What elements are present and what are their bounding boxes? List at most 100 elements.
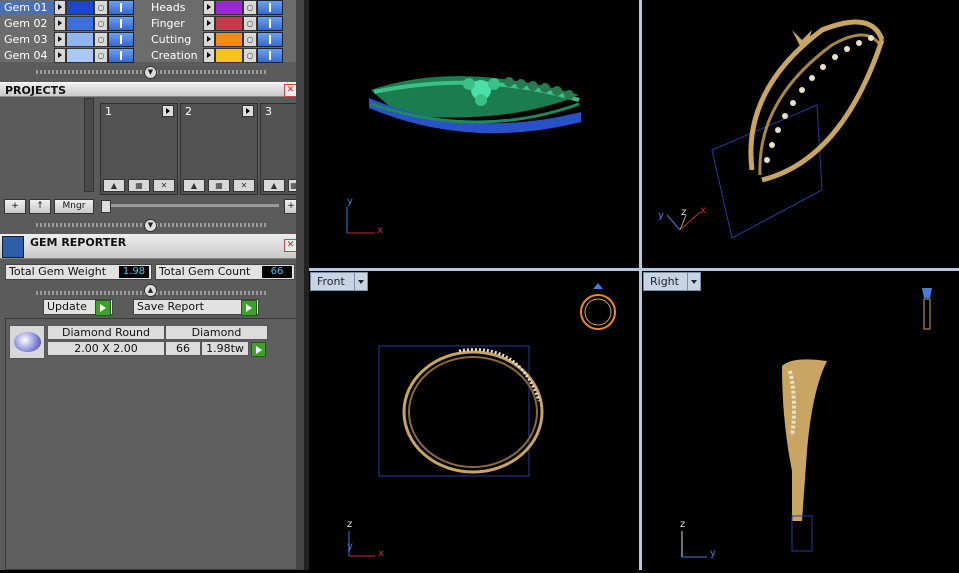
chevron-down-icon[interactable] [687,273,700,290]
expand-arrow-icon[interactable] [54,32,66,47]
lock-icon[interactable]: ○ [94,32,108,47]
viewport-right[interactable]: Right z y [642,271,959,570]
save-report-play-icon[interactable] [241,300,257,316]
play-icon[interactable] [162,105,174,117]
view-label: Front [317,275,345,288]
collapse-icon[interactable]: ▼ [144,219,157,232]
layer-label[interactable]: Heads [148,1,203,14]
lock-icon[interactable]: ○ [94,48,108,63]
axis-x-label: x [378,548,384,559]
expand-arrow-icon[interactable] [203,0,215,15]
lock-icon[interactable]: ○ [243,0,257,15]
expand-arrow-icon[interactable] [54,48,66,63]
gem-size: 2.00 X 2.00 [47,341,165,356]
gem-label[interactable]: Gem 03 [0,33,54,46]
up-icon[interactable]: ▲ [103,179,125,192]
layer-row[interactable]: Cutting ○ [148,32,298,47]
color-swatch[interactable] [215,32,243,47]
viewport-front[interactable]: Front z y x [309,271,638,570]
project-number: 3 [265,105,272,118]
gem-label[interactable]: Gem 04 [0,49,54,62]
view-selector-front[interactable]: Front [310,272,368,291]
expand-icon[interactable]: ▲ [144,284,157,297]
layer-label[interactable]: Creation [148,49,203,62]
visibility-toggle[interactable] [108,0,134,15]
manager-button[interactable]: Mngr [54,199,94,214]
gem-row[interactable]: Gem 01 ○ [0,0,140,15]
layer-label[interactable]: Cutting [148,33,203,46]
gem-table-row[interactable]: Diamond Round 2.00 X 2.00 Diamond 66 1.9… [9,325,269,359]
layer-row[interactable]: Finger ○ [148,16,298,31]
save-icon[interactable]: ▦ [128,179,150,192]
gem-material: Diamond [165,325,268,340]
layer-row[interactable]: Heads ○ [148,0,298,15]
visibility-toggle[interactable] [108,16,134,31]
expand-arrow-icon[interactable] [203,32,215,47]
save-icon[interactable]: ▦ [208,179,230,192]
update-play-icon[interactable] [95,300,111,316]
lock-icon[interactable]: ○ [94,16,108,31]
projects-scrollbar[interactable] [84,98,94,192]
gem-row-play-icon[interactable] [251,342,266,357]
gem-shape: Diamond Round [47,325,165,340]
expand-arrow-icon[interactable] [54,16,66,31]
add-project-button[interactable]: + [4,199,26,214]
viewport-perspective[interactable]: y x [309,0,638,267]
gem-reporter-icon [2,236,24,258]
lock-icon[interactable]: ○ [94,0,108,15]
gem-reporter-title: GEM REPORTER [30,236,127,249]
layer-label[interactable]: Finger [148,17,203,30]
layers-area: Gem 01 ○ Gem 02 ○ Gem 03 ○ Gem 04 ○ Head… [0,0,300,63]
project-slot[interactable]: 1 ▲ ▦ ✕ [100,103,178,195]
expand-arrow-icon[interactable] [203,48,215,63]
gem-row[interactable]: Gem 04 ○ [0,48,140,63]
panel-scrollbar[interactable] [296,0,304,570]
slider-handle[interactable] [101,200,111,213]
delete-icon[interactable]: ✕ [153,179,175,192]
lock-icon[interactable]: ○ [243,16,257,31]
project-slot[interactable]: 2 ▲ ▦ ✕ [180,103,258,195]
gem-row[interactable]: Gem 02 ○ [0,16,140,31]
lock-icon[interactable]: ○ [243,32,257,47]
chevron-down-icon[interactable] [354,273,367,290]
expand-arrow-icon[interactable] [203,16,215,31]
total-gem-count-field: Total Gem Count 66 [155,264,295,280]
layer-row[interactable]: Creation ○ [148,48,298,63]
visibility-toggle[interactable] [257,32,283,47]
color-swatch[interactable] [66,0,94,15]
ring-render-gold [666,19,885,239]
color-swatch[interactable] [66,32,94,47]
save-report-button[interactable]: Save Report [133,299,259,316]
visibility-toggle[interactable] [257,0,283,15]
diamond-icon [14,332,41,352]
play-icon[interactable] [242,105,254,117]
collapse-icon[interactable]: ▼ [144,66,157,79]
color-swatch[interactable] [215,0,243,15]
viewport-3d[interactable]: y z x [642,0,959,267]
visibility-toggle[interactable] [257,16,283,31]
color-swatch[interactable] [66,16,94,31]
view-selector-right[interactable]: Right [643,272,701,291]
expand-arrow-icon[interactable] [54,0,66,15]
total-count-value: 66 [262,266,292,278]
color-swatch[interactable] [215,16,243,31]
gem-row[interactable]: Gem 03 ○ [0,32,140,47]
total-weight-value: 1.98 [119,266,149,278]
gem-label[interactable]: Gem 02 [0,17,54,30]
move-up-button[interactable]: ↑ [29,199,51,214]
ring-front-render [348,283,616,557]
visibility-toggle[interactable] [108,32,134,47]
zoom-slider[interactable] [101,204,279,207]
color-swatch[interactable] [215,48,243,63]
delete-icon[interactable]: ✕ [233,179,255,192]
color-swatch[interactable] [66,48,94,63]
visibility-toggle[interactable] [108,48,134,63]
update-button[interactable]: Update [43,299,113,316]
visibility-toggle[interactable] [257,48,283,63]
up-icon[interactable]: ▲ [263,179,285,192]
up-icon[interactable]: ▲ [183,179,205,192]
lock-icon[interactable]: ○ [243,48,257,63]
gem-label[interactable]: Gem 01 [0,1,54,14]
axis-y-label: y [347,541,353,552]
project-number: 2 [185,105,192,118]
